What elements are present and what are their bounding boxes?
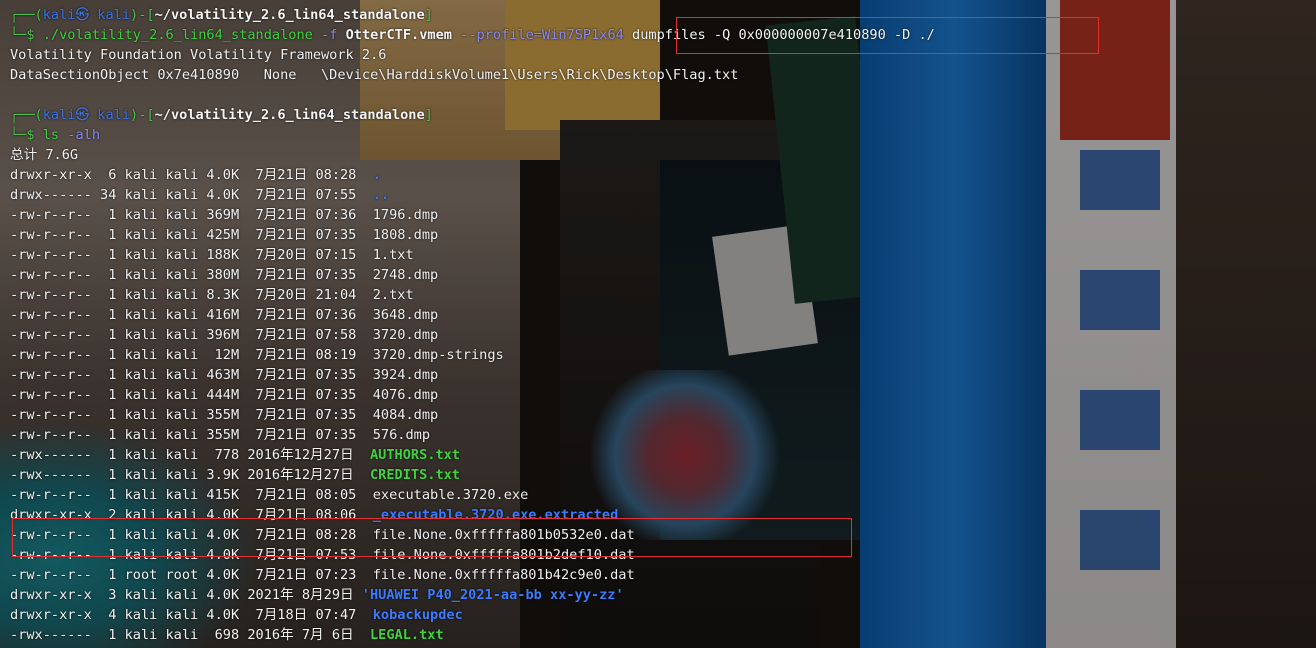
output-line: DataSectionObject 0x7e410890 None \Devic… [10, 67, 739, 83]
file-meta: -rw-r--r-- 1 kali kali 369M 7月21日 07:36 [10, 207, 373, 223]
listing-row: -rw-r--r-- 1 kali kali 415K 7月21日 08:05 … [10, 485, 1310, 505]
prompt-path: ~/volatility_2.6_lin64_standalone [154, 7, 425, 23]
file-meta: -rw-r--r-- 1 kali kali 415K 7月21日 08:05 [10, 487, 373, 503]
terminal-output[interactable]: ┌──(kali㉿ kali)-[~/volatility_2.6_lin64_… [10, 5, 1310, 645]
command-name: ls [42, 127, 60, 143]
command-file: OtterCTF.vmem [345, 27, 452, 43]
listing-row: -rw-r--r-- 1 kali kali 369M 7月21日 07:36 … [10, 205, 1310, 225]
command-args-highlighted: dumpfiles -Q 0x000000007e410890 -D ./ [632, 27, 935, 43]
file-meta: drwxr-xr-x 3 kali kali 4.0K 2021年 8月29日 [10, 587, 362, 603]
file-name: 3720.dmp [372, 327, 439, 343]
file-name: 1808.dmp [372, 227, 439, 243]
directory-listing: drwxr-xr-x 6 kali kali 4.0K 7月21日 08:28 … [10, 165, 1310, 645]
file-meta: -rwx------ 1 kali kali 3.9K 2016年12月27日 [10, 467, 370, 483]
prompt-header: ┌──(kali㉿ kali)-[~/volatility_2.6_lin64_… [10, 107, 433, 123]
listing-row: -rw-r--r-- 1 kali kali 355M 7月21日 07:35 … [10, 425, 1310, 445]
file-meta: -rw-r--r-- 1 kali kali 4.0K 7月21日 08:28 [10, 527, 373, 543]
listing-row: drwxr-xr-x 6 kali kali 4.0K 7月21日 08:28 … [10, 165, 1310, 185]
file-meta: -rw-r--r-- 1 kali kali 416M 7月21日 07:36 [10, 307, 373, 323]
file-meta: -rw-r--r-- 1 kali kali 463M 7月21日 07:35 [10, 367, 373, 383]
file-meta: -rw-r--r-- 1 kali kali 12M 7月21日 08:19 [10, 347, 373, 363]
file-name: 1.txt [372, 247, 414, 263]
command-name: ./volatility_2.6_lin64_standalone [42, 27, 313, 43]
command-line: └─$ ./volatility_2.6_lin64_standalone -f… [10, 27, 935, 43]
directory-name: .. [372, 187, 390, 203]
listing-row: -rw-r--r-- 1 kali kali 396M 7月21日 07:58 … [10, 325, 1310, 345]
file-meta: -rw-r--r-- 1 kali kali 355M 7月21日 07:35 [10, 427, 373, 443]
listing-row: -rwx------ 1 kali kali 698 2016年 7月 6日 L… [10, 625, 1310, 645]
listing-row: drwxr-xr-x 2 kali kali 4.0K 7月21日 08:06 … [10, 505, 1310, 525]
prompt-header: ┌──(kali㉿ kali)-[~/volatility_2.6_lin64_… [10, 7, 433, 23]
file-meta: drwxr-xr-x 2 kali kali 4.0K 7月21日 08:06 [10, 507, 373, 523]
directory-name: kobackupdec [372, 607, 463, 623]
file-meta: -rw-r--r-- 1 kali kali 4.0K 7月21日 07:53 [10, 547, 373, 563]
file-name: file.None.0xfffffa801b42c9e0.dat [372, 567, 635, 583]
file-meta: -rwx------ 1 kali kali 778 2016年12月27日 [10, 447, 370, 463]
file-name: file.None.0xfffffa801b0532e0.dat [372, 527, 635, 543]
listing-total: 总计 7.6G [10, 147, 79, 163]
listing-row: -rw-r--r-- 1 kali kali 463M 7月21日 07:35 … [10, 365, 1310, 385]
file-name: 3648.dmp [372, 307, 439, 323]
file-meta: drwx------ 34 kali kali 4.0K 7月21日 07:55 [10, 187, 373, 203]
listing-row: -rw-r--r-- 1 kali kali 12M 7月21日 08:19 3… [10, 345, 1310, 365]
file-name: 3720.dmp-strings [372, 347, 504, 363]
file-meta: -rw-r--r-- 1 kali kali 396M 7月21日 07:58 [10, 327, 373, 343]
listing-row: -rw-r--r-- 1 kali kali 4.0K 7月21日 07:53 … [10, 545, 1310, 565]
file-name: CREDITS.txt [369, 467, 460, 483]
file-meta: -rw-r--r-- 1 kali kali 425M 7月21日 07:35 [10, 227, 373, 243]
listing-row: -rw-r--r-- 1 root root 4.0K 7月21日 07:23 … [10, 565, 1310, 585]
prompt-user: kali㉿ kali [42, 7, 131, 23]
listing-row: -rw-r--r-- 1 kali kali 355M 7月21日 07:35 … [10, 405, 1310, 425]
file-name: LEGAL.txt [369, 627, 444, 643]
prompt-user: kali㉿ kali [42, 107, 131, 123]
listing-row: -rw-r--r-- 1 kali kali 444M 7月21日 07:35 … [10, 385, 1310, 405]
file-meta: -rw-r--r-- 1 kali kali 8.3K 7月20日 21:04 [10, 287, 373, 303]
directory-name: 'HUAWEI P40_2021-aa-bb xx-yy-zz' [361, 587, 624, 603]
file-name: 1796.dmp [372, 207, 439, 223]
file-name: 2.txt [372, 287, 414, 303]
file-meta: -rw-r--r-- 1 kali kali 380M 7月21日 07:35 [10, 267, 373, 283]
listing-row: drwx------ 34 kali kali 4.0K 7月21日 07:55… [10, 185, 1310, 205]
listing-row: -rw-r--r-- 1 kali kali 380M 7月21日 07:35 … [10, 265, 1310, 285]
file-name: file.None.0xfffffa801b2def10.dat [372, 547, 635, 563]
listing-row: -rw-r--r-- 1 kali kali 425M 7月21日 07:35 … [10, 225, 1310, 245]
file-meta: -rw-r--r-- 1 kali kali 444M 7月21日 07:35 [10, 387, 373, 403]
listing-row: -rwx------ 1 kali kali 778 2016年12月27日 A… [10, 445, 1310, 465]
listing-row: drwxr-xr-x 3 kali kali 4.0K 2021年 8月29日 … [10, 585, 1310, 605]
file-name: 3924.dmp [372, 367, 439, 383]
file-meta: -rwx------ 1 kali kali 698 2016年 7月 6日 [10, 627, 370, 643]
listing-row: -rw-r--r-- 1 kali kali 416M 7月21日 07:36 … [10, 305, 1310, 325]
prompt-path: ~/volatility_2.6_lin64_standalone [154, 107, 425, 123]
file-name: 576.dmp [372, 427, 431, 443]
listing-row: -rw-r--r-- 1 kali kali 8.3K 7月20日 21:04 … [10, 285, 1310, 305]
file-meta: drwxr-xr-x 4 kali kali 4.0K 7月18日 07:47 [10, 607, 373, 623]
listing-row: -rwx------ 1 kali kali 3.9K 2016年12月27日 … [10, 465, 1310, 485]
listing-row: -rw-r--r-- 1 kali kali 188K 7月20日 07:15 … [10, 245, 1310, 265]
file-meta: -rw-r--r-- 1 kali kali 188K 7月20日 07:15 [10, 247, 373, 263]
file-name: executable.3720.exe [372, 487, 529, 503]
file-name: 2748.dmp [372, 267, 439, 283]
file-name: 4076.dmp [372, 387, 439, 403]
directory-name: . [372, 167, 381, 183]
listing-row: -rw-r--r-- 1 kali kali 4.0K 7月21日 08:28 … [10, 525, 1310, 545]
file-meta: drwxr-xr-x 6 kali kali 4.0K 7月21日 08:28 [10, 167, 373, 183]
listing-row: drwxr-xr-x 4 kali kali 4.0K 7月18日 07:47 … [10, 605, 1310, 625]
file-name: AUTHORS.txt [369, 447, 460, 463]
file-meta: -rw-r--r-- 1 kali kali 355M 7月21日 07:35 [10, 407, 373, 423]
file-name: 4084.dmp [372, 407, 439, 423]
command-line: └─$ ls -alh [10, 127, 101, 143]
file-meta: -rw-r--r-- 1 root root 4.0K 7月21日 07:23 [10, 567, 373, 583]
directory-name: _executable.3720.exe.extracted [372, 507, 619, 523]
output-line: Volatility Foundation Volatility Framewo… [10, 47, 387, 63]
